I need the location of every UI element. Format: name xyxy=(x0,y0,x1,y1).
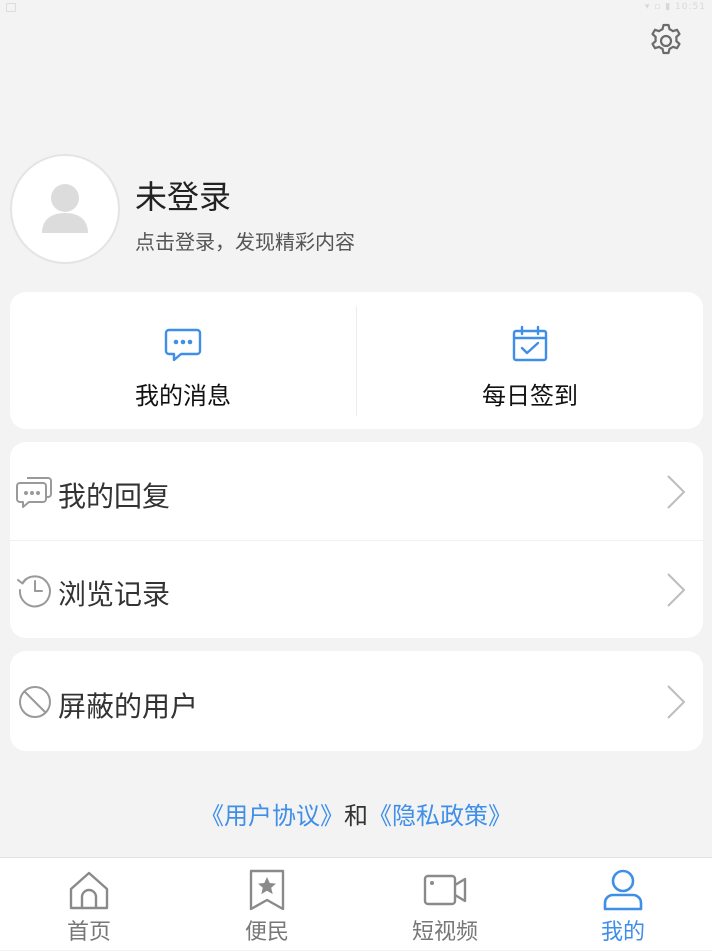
settings-button[interactable] xyxy=(646,21,686,61)
login-hint[interactable]: 点击登录，发现精彩内容 xyxy=(135,226,355,255)
bookmark-star-icon xyxy=(249,869,285,911)
tab-home[interactable]: 首页 xyxy=(0,858,178,951)
gear-icon xyxy=(651,23,681,55)
chevron-right-icon xyxy=(667,475,686,509)
chevron-right-icon xyxy=(667,573,686,607)
person-icon xyxy=(42,184,88,233)
menu-item-label: 浏览记录 xyxy=(58,578,171,611)
tab-services[interactable]: 便民 xyxy=(178,858,356,951)
home-icon xyxy=(69,871,109,910)
tab-mine[interactable]: 我的 xyxy=(534,858,712,951)
avatar[interactable] xyxy=(10,154,120,264)
menu-item-browse-history[interactable]: 浏览记录 xyxy=(10,540,703,638)
calendar-check-icon xyxy=(512,325,548,362)
quick-actions-card: 我的消息 每日签到 xyxy=(10,292,703,429)
user-icon xyxy=(603,869,643,911)
tab-label: 首页 xyxy=(66,920,111,945)
video-camera-icon xyxy=(423,874,467,906)
daily-checkin-label: 每日签到 xyxy=(482,382,578,410)
chat-bubble-icon xyxy=(164,328,202,362)
menu-item-label: 屏蔽的用户 xyxy=(58,690,199,723)
chevron-right-icon xyxy=(667,685,686,719)
tab-label: 我的 xyxy=(600,920,645,945)
user-name[interactable]: 未登录 xyxy=(135,172,231,218)
daily-checkin-button[interactable]: 每日签到 xyxy=(357,292,703,429)
user-agreement-link[interactable]: 《用户协议》 xyxy=(200,802,344,830)
tab-label: 短视频 xyxy=(411,920,478,945)
tab-label: 便民 xyxy=(244,920,289,945)
agreement-links: 《用户协议》和《隐私政策》 xyxy=(0,796,712,831)
notification-icon xyxy=(6,3,16,12)
block-icon xyxy=(19,686,51,718)
my-messages-button[interactable]: 我的消息 xyxy=(10,292,356,429)
tab-short-video[interactable]: 短视频 xyxy=(356,858,534,951)
menu-group-history: 我的回复 浏览记录 xyxy=(10,442,703,638)
menu-item-blocked-users[interactable]: 屏蔽的用户 xyxy=(10,652,703,750)
status-bar: ▾ ▫ ▮ 10:51 xyxy=(0,0,712,16)
my-messages-label: 我的消息 xyxy=(135,382,231,410)
agreement-and-text: 和 xyxy=(344,802,368,830)
comments-icon xyxy=(16,477,52,508)
history-icon xyxy=(17,575,51,608)
menu-item-my-replies[interactable]: 我的回复 xyxy=(10,442,703,541)
menu-group-blocked: 屏蔽的用户 xyxy=(10,651,703,751)
menu-item-label: 我的回复 xyxy=(58,480,171,513)
privacy-policy-link[interactable]: 《隐私政策》 xyxy=(368,802,512,830)
bottom-tab-bar: 首页 便民 短视频 我的 xyxy=(0,857,712,950)
status-bar-indicators: ▾ ▫ ▮ 10:51 xyxy=(644,2,706,12)
